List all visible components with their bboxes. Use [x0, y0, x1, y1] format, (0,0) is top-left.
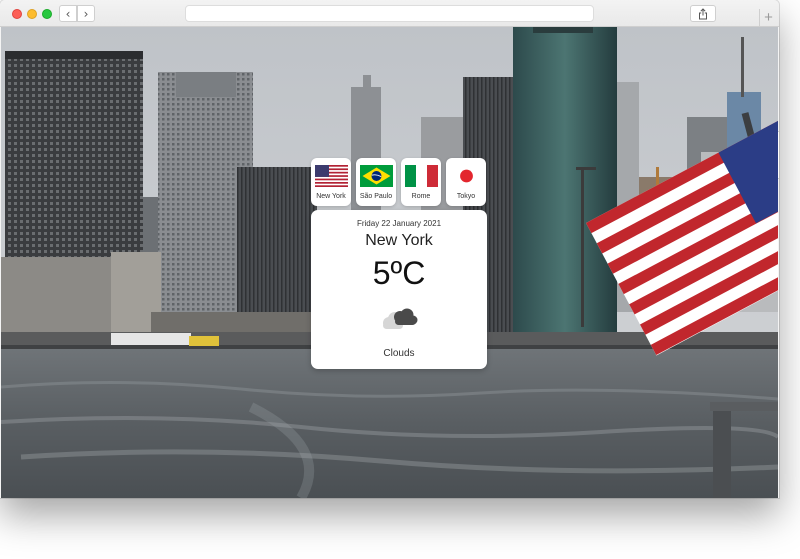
city-tabs: New York São Paulo Rome Tokyo: [311, 158, 487, 206]
forward-button[interactable]: ›: [77, 5, 95, 22]
tab-new-york[interactable]: New York: [311, 158, 351, 206]
share-button[interactable]: [690, 5, 716, 22]
address-bar[interactable]: [185, 5, 594, 22]
brazil-flag-icon: [360, 165, 393, 187]
maximize-window-button[interactable]: [42, 9, 52, 19]
browser-window: ‹ › + New York São Paulo Rome Tokyo Frid…: [0, 0, 779, 498]
clouds-icon: [383, 308, 418, 329]
minimize-window-button[interactable]: [27, 9, 37, 19]
tab-label: Tokyo: [456, 193, 476, 200]
weather-temperature: 5ºC: [372, 255, 426, 291]
tab-sao-paulo[interactable]: São Paulo: [356, 158, 396, 206]
tab-label: New York: [316, 193, 346, 200]
japan-flag-icon: [450, 165, 483, 187]
browser-titlebar: ‹ › +: [0, 0, 779, 179]
usa-flag-icon: [315, 165, 348, 187]
share-icon: [699, 7, 707, 19]
close-window-button[interactable]: [12, 9, 22, 19]
tab-label: São Paulo: [359, 193, 393, 200]
back-button[interactable]: ‹: [59, 5, 77, 22]
weather-city: New York: [365, 232, 433, 249]
weather-card: Friday 22 January 2021 New York 5ºC Clou…: [311, 210, 487, 369]
page-viewport: New York São Paulo Rome Tokyo Friday 22 …: [1, 27, 778, 498]
new-tab-button[interactable]: +: [759, 9, 777, 27]
tab-label: Rome: [411, 193, 431, 200]
tab-rome[interactable]: Rome: [401, 158, 441, 206]
italy-flag-icon: [405, 165, 438, 187]
weather-condition: Clouds: [383, 348, 415, 359]
tab-tokyo[interactable]: Tokyo: [446, 158, 486, 206]
weather-date: Friday 22 January 2021: [356, 219, 442, 228]
